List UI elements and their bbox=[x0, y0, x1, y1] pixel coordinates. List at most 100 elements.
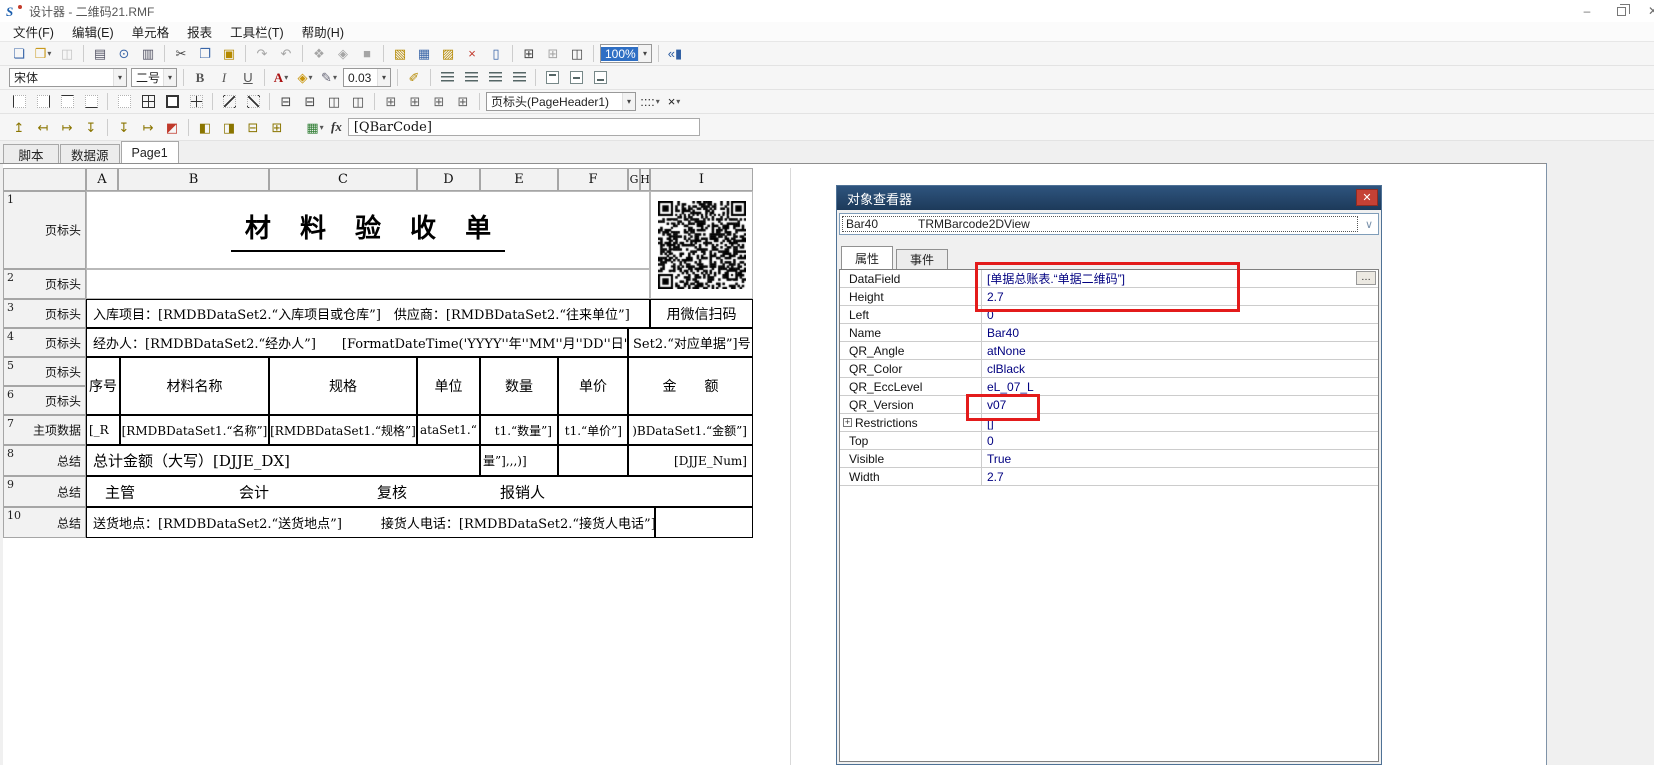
page-setup-button[interactable]: ▥ bbox=[137, 44, 159, 64]
cell-delivery-blank[interactable] bbox=[655, 507, 753, 538]
row-label-5[interactable]: 5页标头 bbox=[3, 357, 86, 386]
exit-designer-button[interactable]: «▮ bbox=[664, 44, 686, 64]
dropdown-arrow-icon[interactable]: ▾ bbox=[284, 73, 288, 82]
insert-column-button[interactable]: ↤ bbox=[32, 117, 54, 137]
cell-total-number[interactable]: [DJJE_Num] bbox=[628, 445, 753, 476]
dropdown-arrow-icon[interactable]: ▾ bbox=[656, 97, 660, 106]
paste-button[interactable]: ▣ bbox=[218, 44, 240, 64]
menu-help[interactable]: 帮助(H) bbox=[293, 22, 353, 41]
property-row-qr_angle[interactable]: QR_AngleatNone bbox=[840, 342, 1378, 360]
tab-script[interactable]: 脚本 bbox=[3, 144, 59, 163]
insert-cell-left-button[interactable]: ⊞ bbox=[380, 92, 402, 112]
align-justify-button[interactable] bbox=[508, 68, 530, 88]
row-label-3[interactable]: 3页标头 bbox=[3, 299, 86, 328]
tab-page1[interactable]: Page1 bbox=[121, 141, 179, 163]
cell-delivery-info[interactable]: 送货地点：[RMDBDataSet2.“送货地点”] 接货人电话：[RMDBDa… bbox=[86, 507, 655, 538]
cell-empty-row2[interactable] bbox=[86, 269, 650, 299]
cell-header-seq[interactable]: 序号 bbox=[86, 357, 120, 415]
dropdown-arrow-icon[interactable]: ▾ bbox=[333, 73, 337, 82]
row-label-6[interactable]: 6页标头 bbox=[3, 386, 86, 415]
column-header-G[interactable]: G bbox=[628, 168, 640, 191]
cell-data-qty[interactable]: t1.“数量”] bbox=[480, 415, 558, 445]
delete-column-button[interactable]: ↧ bbox=[80, 117, 102, 137]
show-grid-button[interactable]: ⊞ bbox=[518, 44, 540, 64]
property-value[interactable]: Bar40 bbox=[982, 324, 1378, 341]
inspector-close-button[interactable]: ✕ bbox=[1356, 189, 1378, 206]
cell-data-seq[interactable]: [_R bbox=[86, 415, 120, 445]
chevron-down-icon[interactable]: ∨ bbox=[1360, 218, 1378, 231]
band-align-4-button[interactable]: ⊞ bbox=[266, 117, 288, 137]
band-selector-combo[interactable]: 页标头(PageHeader1)▾ bbox=[486, 92, 636, 111]
dropdown-arrow-icon[interactable]: ▾ bbox=[622, 93, 635, 110]
cell-data-amount[interactable]: )BDataSet1.“金额”] bbox=[628, 415, 753, 445]
blank-page-button[interactable]: ▯ bbox=[485, 44, 507, 64]
band-color-button[interactable]: ◩ bbox=[161, 117, 183, 137]
border-left-button[interactable] bbox=[8, 92, 30, 112]
cell-header-spec[interactable]: 规格 bbox=[269, 357, 417, 415]
row-label-8[interactable]: 8总结 bbox=[3, 445, 86, 476]
dropdown-arrow-icon[interactable]: ▾ bbox=[113, 69, 126, 86]
border-top-button[interactable] bbox=[56, 92, 78, 112]
border-bottom-button[interactable] bbox=[80, 92, 102, 112]
insert-cell-below-button[interactable]: ⊞ bbox=[452, 92, 474, 112]
font-name-combo[interactable]: 宋体▾ bbox=[9, 68, 127, 87]
cell-header-qty[interactable]: 数量 bbox=[480, 357, 558, 415]
diagonal-up-button[interactable] bbox=[242, 92, 264, 112]
delete-page-button[interactable]: × bbox=[461, 44, 483, 64]
insert-row-button[interactable]: ↥ bbox=[8, 117, 30, 137]
cell-header-price[interactable]: 单价 bbox=[558, 357, 628, 415]
move-band-right-button[interactable]: ↦ bbox=[137, 117, 159, 137]
property-value[interactable]: [] bbox=[982, 414, 1378, 431]
row-label-10[interactable]: 10总结 bbox=[3, 507, 86, 538]
row-label-4[interactable]: 4页标头 bbox=[3, 328, 86, 357]
menu-toolbars[interactable]: 工具栏(T) bbox=[221, 22, 292, 41]
cell-header-material[interactable]: 材料名称 bbox=[120, 357, 269, 415]
zoom-combo[interactable]: 100%▾ bbox=[600, 44, 652, 63]
font-size-combo[interactable]: 二号▾ bbox=[131, 68, 177, 87]
cell-signatures[interactable]: 主管 会计 复核 报销人 bbox=[86, 476, 753, 507]
cell-data-material[interactable]: [RMDBDataSet1.“名称”] bbox=[120, 415, 269, 445]
column-header-F[interactable]: F bbox=[558, 168, 628, 191]
menu-report[interactable]: 报表 bbox=[178, 22, 221, 41]
row-label-1[interactable]: 1页标头 bbox=[3, 191, 86, 269]
column-header-I[interactable]: I bbox=[650, 168, 753, 191]
dropdown-arrow-icon[interactable]: ▾ bbox=[377, 69, 390, 86]
border-style-button[interactable]: ::::▾ bbox=[639, 92, 661, 112]
border-right-button[interactable] bbox=[32, 92, 54, 112]
fill-color-button[interactable]: ◈▾ bbox=[294, 68, 316, 88]
clear-border-button[interactable]: ×▾ bbox=[663, 92, 685, 112]
row-label-9[interactable]: 9总结 bbox=[3, 476, 86, 507]
property-row-name[interactable]: NameBar40 bbox=[840, 324, 1378, 342]
split-view-button[interactable]: ◫ bbox=[566, 44, 588, 64]
property-row-qr_color[interactable]: QR_ColorclBlack bbox=[840, 360, 1378, 378]
menu-cell[interactable]: 单元格 bbox=[123, 22, 179, 41]
property-row-restrictions[interactable]: +Restrictions[] bbox=[840, 414, 1378, 432]
cell-total-words[interactable]: 总计金额（大写）[DJJE_DX] bbox=[86, 445, 480, 476]
maximize-restore-button[interactable] bbox=[1604, 0, 1638, 22]
cell-data-price[interactable]: t1.“单价”] bbox=[558, 415, 628, 445]
column-header-B[interactable]: B bbox=[118, 168, 269, 191]
cell-qr-code[interactable] bbox=[650, 191, 753, 299]
sheet-corner-cell[interactable] bbox=[3, 168, 86, 191]
band-align-2-button[interactable]: ◨ bbox=[218, 117, 240, 137]
cell-total-blank[interactable] bbox=[558, 445, 628, 476]
column-header-H[interactable]: H bbox=[640, 168, 650, 191]
diagonal-down-button[interactable] bbox=[218, 92, 240, 112]
expand-icon[interactable]: + bbox=[843, 418, 852, 427]
row-label-2[interactable]: 2页标头 bbox=[3, 269, 86, 299]
band-align-3-button[interactable]: ⊟ bbox=[242, 117, 264, 137]
property-row-visible[interactable]: VisibleTrue bbox=[840, 450, 1378, 468]
cell-doc-number[interactable]: Set2.“对应单据”]号 bbox=[628, 328, 753, 357]
column-header-C[interactable]: C bbox=[269, 168, 417, 191]
field-list-button[interactable]: ▦▾ bbox=[304, 117, 326, 137]
object-selector-combo[interactable]: Bar40 TRMBarcode2DView ∨ bbox=[839, 213, 1379, 235]
add-page-button[interactable]: ▨ bbox=[437, 44, 459, 64]
align-left-button[interactable] bbox=[436, 68, 458, 88]
cell-total-qty-expr[interactable]: 量”],,,)] bbox=[480, 445, 558, 476]
merge-horizontal-button[interactable]: ⊟ bbox=[299, 92, 321, 112]
dropdown-arrow-icon[interactable]: ▾ bbox=[676, 97, 680, 106]
print-preview-button[interactable]: ⊙ bbox=[113, 44, 135, 64]
insert-cell-right-button[interactable]: ⊞ bbox=[404, 92, 426, 112]
property-row-width[interactable]: Width2.7 bbox=[840, 468, 1378, 486]
border-outer-button[interactable] bbox=[161, 92, 183, 112]
